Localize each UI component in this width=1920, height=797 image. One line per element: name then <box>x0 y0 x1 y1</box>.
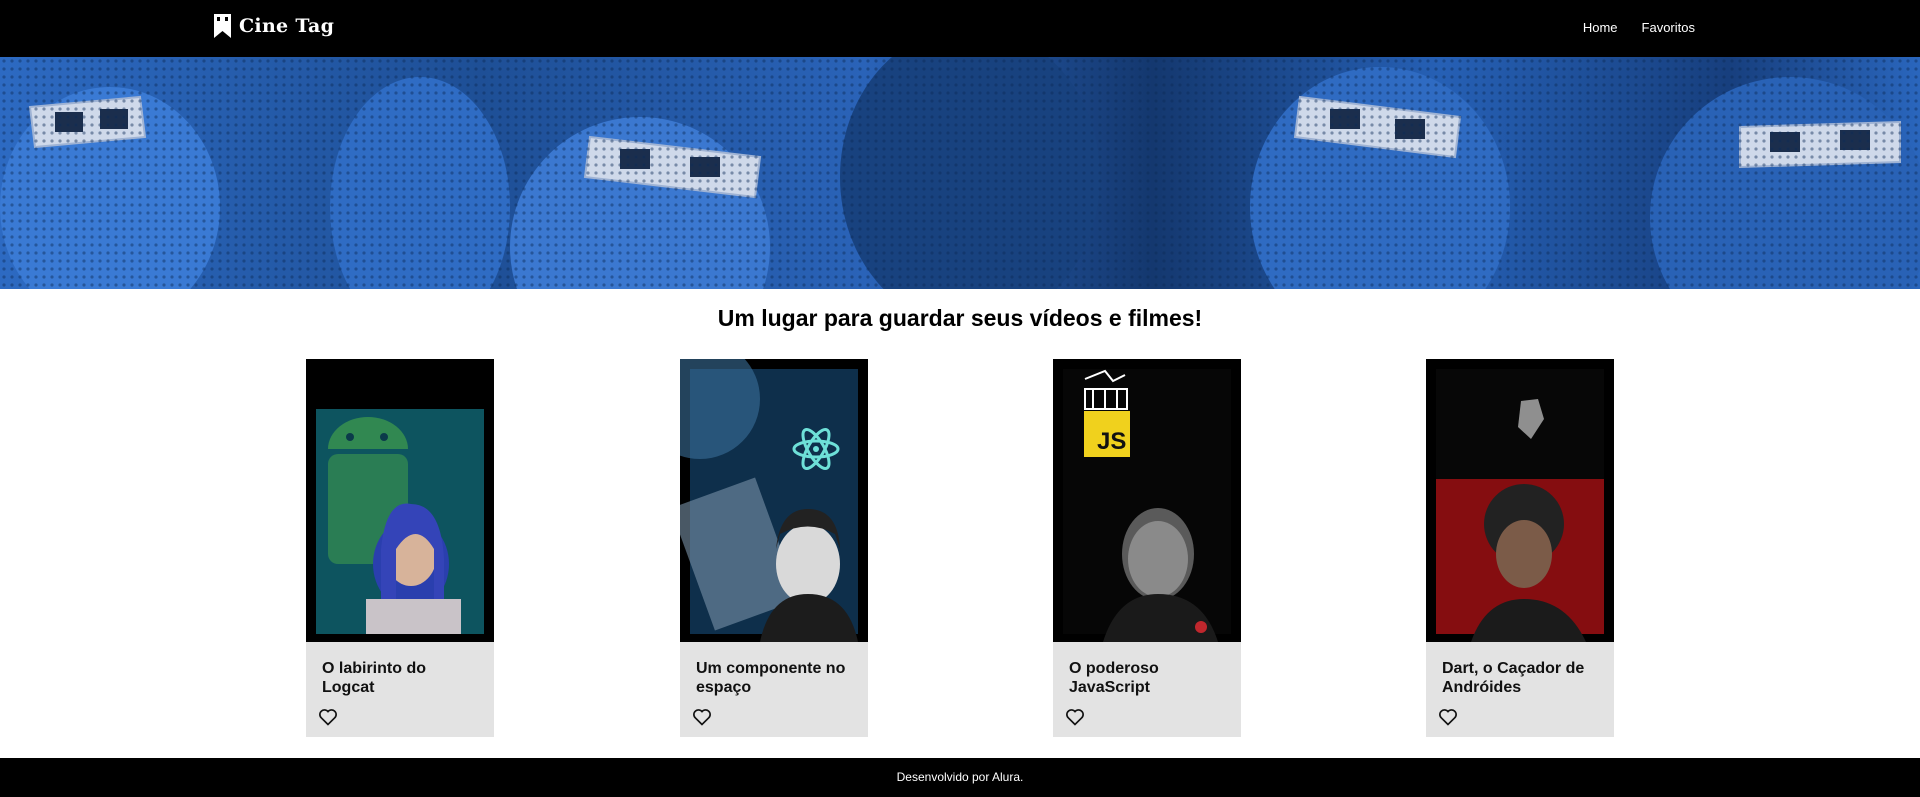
bookmark-logo-icon <box>214 14 231 38</box>
nav-favoritos-link[interactable]: Favoritos <box>1642 20 1695 35</box>
heart-outline-icon[interactable] <box>692 707 712 727</box>
video-card[interactable]: Um componente no espaço <box>680 359 868 737</box>
heart-outline-icon[interactable] <box>318 707 338 727</box>
main-nav: Home Favoritos <box>1583 20 1695 35</box>
page-tagline: Um lugar para guardar seus vídeos e film… <box>717 305 1203 331</box>
banner-image <box>0 57 1920 289</box>
video-title: O poderoso JavaScript <box>1069 660 1159 696</box>
video-card[interactable]: JS O poderoso JavaScript <box>1053 359 1241 737</box>
video-thumbnail[interactable]: JS <box>1053 359 1241 642</box>
video-card[interactable]: O labirinto do Logcat <box>306 359 494 737</box>
video-thumbnail[interactable] <box>680 359 868 642</box>
heart-outline-icon[interactable] <box>1438 707 1458 727</box>
video-title: Um componente no espaço <box>696 660 846 696</box>
hero-banner <box>0 57 1920 289</box>
footer-text: Desenvolvido por Alura. <box>896 770 1024 784</box>
video-title: Dart, o Caçador de Andróides <box>1442 660 1585 696</box>
video-card[interactable]: Dart, o Caçador de Andróides <box>1426 359 1614 737</box>
svg-text:JS: JS <box>1097 428 1126 455</box>
heart-outline-icon[interactable] <box>1065 707 1085 727</box>
video-thumbnail[interactable] <box>306 359 494 642</box>
video-title: O labirinto do Logcat <box>322 660 426 696</box>
video-thumbnail[interactable] <box>1426 359 1614 642</box>
nav-home-link[interactable]: Home <box>1583 20 1618 35</box>
footer: Desenvolvido por Alura. <box>0 758 1920 797</box>
logo[interactable]: Cine Tag <box>214 14 334 38</box>
logo-text: Cine Tag <box>239 15 335 37</box>
header: Cine Tag Home Favoritos <box>0 0 1920 57</box>
